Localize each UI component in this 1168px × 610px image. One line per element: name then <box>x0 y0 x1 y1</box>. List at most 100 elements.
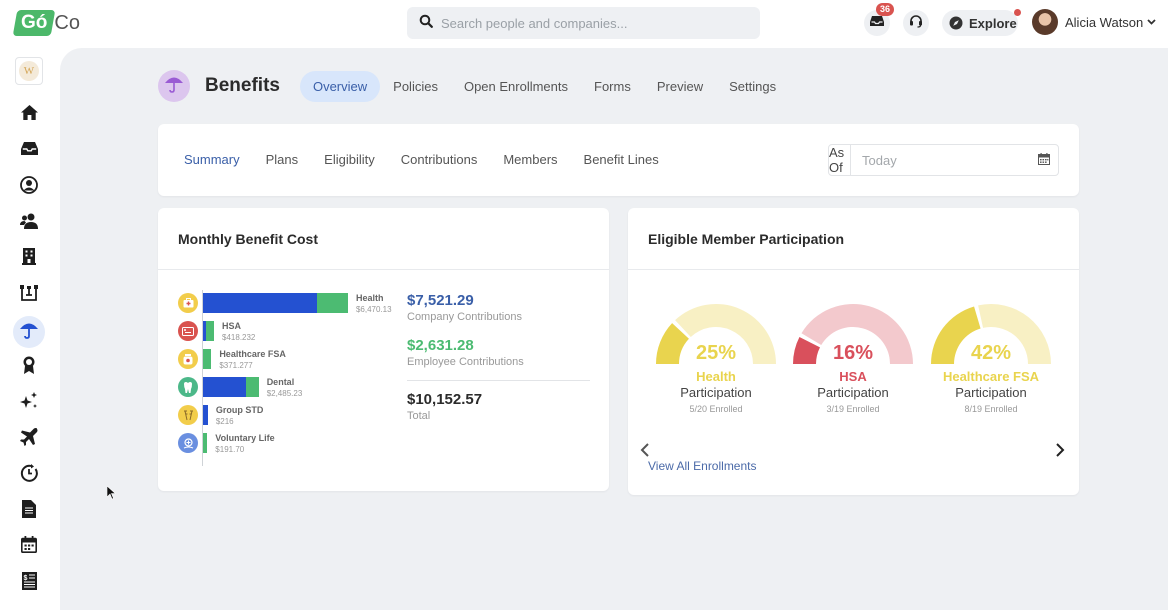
inbox-icon <box>870 14 884 32</box>
headset-icon <box>909 14 923 33</box>
tab-overview[interactable]: Overview <box>299 70 381 102</box>
sidebar-item-documents[interactable] <box>14 496 44 526</box>
subtab-summary[interactable]: Summary <box>184 152 240 167</box>
participation-gauge[interactable]: 42% Healthcare FSA Participation 8/19 Enrol… <box>929 302 1053 414</box>
support-button[interactable] <box>903 10 929 36</box>
explore-button[interactable]: Explore <box>942 9 1021 36</box>
sidebar-item-inbox[interactable] <box>14 136 44 166</box>
tab-preview[interactable]: Preview <box>644 71 716 102</box>
tab-policies[interactable]: Policies <box>380 71 451 102</box>
bar-amount-label: $6,470.13 <box>355 305 392 314</box>
sidebar-item-sparkles[interactable] <box>14 388 44 418</box>
card-title: Eligible Member Participation <box>648 231 845 247</box>
payroll-icon: $ <box>21 571 37 595</box>
sidebar-item-people[interactable] <box>14 208 44 238</box>
mouse-cursor <box>106 485 117 505</box>
bar-row: Group STD $216 <box>178 405 408 431</box>
bar-category-label: Healthcare FSA <box>219 349 286 359</box>
sidebar-item-calendar[interactable] <box>14 532 44 562</box>
logo-co-text: Co <box>54 11 80 34</box>
bar-label: Dental $2,485.23 <box>267 377 303 399</box>
subtab-plans[interactable]: Plans <box>266 152 299 167</box>
as-of-date-picker[interactable]: As Of <box>828 144 1059 176</box>
bar-segment-company <box>203 293 317 313</box>
avatar <box>1032 9 1058 35</box>
award-icon <box>22 356 36 379</box>
users-icon <box>20 213 38 234</box>
umbrella-icon <box>165 75 183 98</box>
medical-kit-icon <box>178 293 198 313</box>
gauge-percent: 25% <box>695 342 737 364</box>
sidebar-item-profile[interactable] <box>14 172 44 202</box>
contribution-totals: $7,521.29 Company Contributions $2,631.2… <box>407 292 590 422</box>
gauge-enrolled-count: 3/19 Enrolled <box>826 404 880 414</box>
inbox-tray-icon <box>20 142 38 160</box>
bar-row: Healthcare FSA $371.277 <box>178 349 408 375</box>
subtab-benefit-lines[interactable]: Benefit Lines <box>584 152 659 167</box>
bar-amount-label: $418.232 <box>222 333 256 342</box>
logo-go-text: Gó <box>21 12 48 33</box>
monthly-benefit-cost-card: Monthly Benefit Cost Health $6,470.13 HSA $… <box>158 208 609 491</box>
subtab-members[interactable]: Members <box>503 152 557 167</box>
tab-settings[interactable]: Settings <box>716 71 789 102</box>
tab-forms[interactable]: Forms <box>581 71 644 102</box>
home-icon <box>20 105 38 125</box>
sidebar-item-time-off[interactable] <box>14 424 44 454</box>
bar-segment-employee <box>203 349 212 369</box>
sidebar-item-payroll[interactable]: $ <box>14 568 44 598</box>
carousel-next-button[interactable] <box>1055 441 1065 462</box>
gauge-plan-name: Healthcare FSA <box>942 369 1040 384</box>
sidebar-item-awards[interactable] <box>14 352 44 382</box>
bar-label: HSA $418.232 <box>222 321 255 343</box>
bar-segment-company <box>203 405 208 425</box>
bar-segment-employee <box>203 433 208 453</box>
participation-gauge[interactable]: 25% Health Participation 5/20 Enrolled <box>654 302 778 414</box>
search-icon <box>419 14 433 33</box>
org-chart-icon <box>20 284 38 306</box>
user-menu[interactable]: Alicia Watson <box>1032 9 1156 35</box>
divider <box>628 269 1079 270</box>
explore-notification-dot <box>1014 9 1021 16</box>
bar <box>203 349 212 369</box>
view-all-enrollments-link[interactable]: View All Enrollments <box>648 459 757 473</box>
company-switcher[interactable]: W <box>15 57 43 85</box>
card-icon <box>178 321 198 341</box>
bar-amount-label: $191.70 <box>215 445 245 454</box>
total-value: $10,152.57 <box>407 391 483 408</box>
compass-icon <box>949 16 963 30</box>
sparkles-icon <box>20 391 38 415</box>
as-of-date-input[interactable] <box>862 152 1038 168</box>
subtab-eligibility[interactable]: Eligibility <box>324 152 375 167</box>
sidebar-item-time-tracking[interactable] <box>14 460 44 490</box>
page-header: Benefits Overview Policies Open Enrollme… <box>158 70 789 102</box>
subtab-contributions[interactable]: Contributions <box>401 152 478 167</box>
bar-label: Group STD $216 <box>216 405 264 427</box>
building-icon <box>22 248 36 270</box>
bar-segment-employee <box>206 321 215 341</box>
goco-logo[interactable]: Gó Co <box>12 10 80 36</box>
sidebar-item-home[interactable] <box>14 100 44 130</box>
chevron-down-icon <box>1147 19 1156 25</box>
bar <box>203 405 208 425</box>
plane-icon <box>20 427 38 451</box>
company-contributions-label: Company Contributions <box>407 311 522 323</box>
gauge-plan-name: Health <box>696 369 736 384</box>
bar-segment-employee <box>316 293 348 313</box>
user-name: Alicia Watson <box>1065 14 1144 30</box>
bar-amount-label: $2,485.23 <box>266 389 303 398</box>
total-label: Total <box>407 410 431 422</box>
divider <box>407 380 590 381</box>
document-icon <box>22 499 36 523</box>
chevron-right-icon <box>1055 441 1065 461</box>
sidebar-item-org-chart[interactable] <box>14 280 44 310</box>
tab-open-enrollments[interactable]: Open Enrollments <box>451 71 581 102</box>
calendar-icon[interactable] <box>1038 152 1050 168</box>
sidebar-item-company[interactable] <box>14 244 44 274</box>
sidebar-item-benefits[interactable] <box>13 316 45 348</box>
as-of-label: As Of <box>829 145 851 175</box>
global-search[interactable] <box>407 7 760 39</box>
participation-gauge[interactable]: 16% HSA Participation 3/19 Enrolled <box>791 302 915 414</box>
gauge-participation-label: Participation <box>680 385 752 400</box>
bar-row: Health $6,470.13 <box>178 293 408 319</box>
search-input[interactable] <box>441 15 741 31</box>
